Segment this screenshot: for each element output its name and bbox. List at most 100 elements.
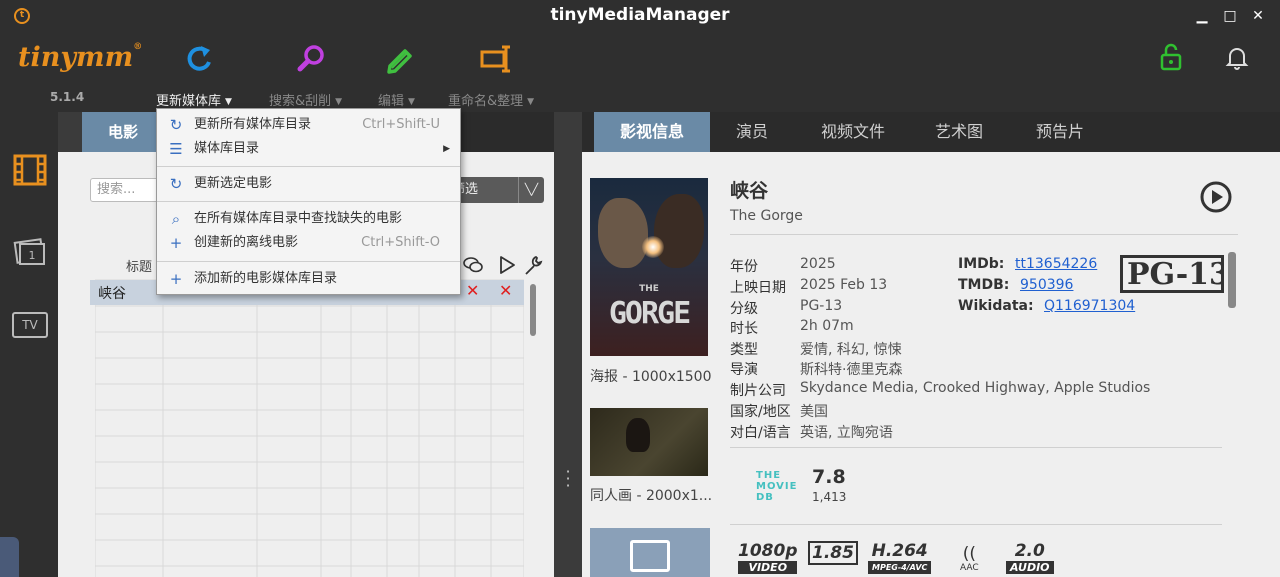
tmdb-score: 7.8 bbox=[812, 466, 846, 488]
maximize-button[interactable]: □ bbox=[1220, 6, 1240, 26]
menu-divider bbox=[157, 261, 460, 262]
sidebar: 1 TV bbox=[0, 112, 58, 577]
tmdb-logo-icon: THE MOVIE DB bbox=[756, 470, 798, 503]
missing-subtitle-mark: ✕ bbox=[466, 281, 480, 300]
app-window: t tinyMediaManager ▁ □ ✕ tinymm® 5.1.4 更… bbox=[0, 0, 1280, 577]
poster-figure bbox=[598, 198, 648, 268]
detail-scrollbar[interactable] bbox=[1228, 252, 1236, 308]
detail-value: 爱情, 科幻, 惊悚 bbox=[800, 342, 902, 358]
poster-figure bbox=[654, 194, 704, 268]
scrollbar-thumb[interactable] bbox=[530, 284, 536, 336]
image-icon bbox=[630, 540, 670, 572]
detail-value: PG-13 bbox=[800, 298, 843, 314]
audio-codec-badge: (( AAC bbox=[960, 544, 979, 573]
chevron-down-icon: ▼ bbox=[408, 97, 415, 107]
refresh-icon: ↻ bbox=[169, 116, 183, 134]
movie-sets-icon[interactable]: 1 bbox=[12, 232, 48, 268]
refresh-icon[interactable] bbox=[183, 42, 217, 76]
aspect-ratio-badge: 1.85 bbox=[808, 541, 858, 565]
chevron-down-icon: ▼ bbox=[527, 97, 535, 107]
menu-item-create-offline[interactable]: + 创建新的离线电影 Ctrl+Shift-O bbox=[157, 231, 460, 255]
trailer-play-icon[interactable] bbox=[496, 254, 518, 276]
detail-label: 制片公司 bbox=[730, 383, 786, 399]
menu-item-find-missing[interactable]: ⌕ 在所有媒体库目录中查找缺失的电影 bbox=[157, 207, 460, 231]
rename-menu[interactable]: 重命名&整理 ▼ bbox=[448, 90, 534, 109]
menu-divider bbox=[157, 166, 460, 167]
wikidata-label: Wikidata: bbox=[958, 298, 1034, 314]
menu-item-library-sources[interactable]: ☰ 媒体库目录 ▶ bbox=[157, 137, 460, 161]
movie-info-content: THE GORGE 海报 - 1000x1500 同人画 - 2000x1...… bbox=[582, 152, 1280, 577]
column-header-title[interactable]: 标题 bbox=[126, 256, 152, 275]
tmdb-label: TMDB: bbox=[958, 277, 1010, 293]
tv-shows-icon[interactable]: TV bbox=[12, 312, 48, 338]
tab-cast[interactable]: 演员 bbox=[722, 112, 782, 152]
audio-channels-badge: 2.0 AUDIO bbox=[1006, 541, 1054, 574]
detail-value: 2025 bbox=[800, 256, 836, 272]
update-library-menu[interactable]: 更新媒体库 ▼ bbox=[156, 90, 232, 109]
wrench-icon[interactable] bbox=[522, 254, 544, 276]
brand-logo: tinymm® bbox=[18, 42, 143, 73]
fanart-figure bbox=[626, 418, 650, 452]
minimize-button[interactable]: ▁ bbox=[1192, 6, 1212, 26]
svg-text:1: 1 bbox=[29, 249, 36, 262]
menu-item-add-source[interactable]: + 添加新的电影媒体库目录 bbox=[157, 267, 460, 291]
poster-glow bbox=[642, 236, 664, 258]
detail-label: 时长 bbox=[730, 321, 758, 337]
menu-divider bbox=[157, 201, 460, 202]
title-bar: t tinyMediaManager ▁ □ ✕ bbox=[0, 0, 1280, 32]
chevron-down-icon: ▼ bbox=[335, 97, 343, 107]
movie-title: 峡谷 bbox=[730, 180, 769, 202]
side-panel-handle[interactable] bbox=[0, 537, 19, 577]
image-placeholder[interactable] bbox=[590, 528, 710, 577]
search-scrape-menu[interactable]: 搜索&刮削 ▼ bbox=[269, 90, 342, 109]
play-trailer-icon[interactable] bbox=[1199, 180, 1233, 214]
detail-value: 英语, 立陶宛语 bbox=[800, 425, 893, 441]
imdb-link[interactable]: tt13654226 bbox=[1015, 256, 1097, 272]
detail-label: 年份 bbox=[730, 259, 758, 275]
divider bbox=[730, 234, 1238, 235]
close-button[interactable]: ✕ bbox=[1248, 6, 1268, 26]
detail-value: 斯科特·德里克森 bbox=[800, 362, 903, 378]
detail-label: 上映日期 bbox=[730, 280, 786, 296]
search-scrape-icon[interactable] bbox=[295, 42, 329, 76]
edit-menu[interactable]: 编辑 ▼ bbox=[378, 90, 415, 109]
chevron-down-icon[interactable]: ╲╱ bbox=[518, 177, 544, 203]
wikidata-link[interactable]: Q116971304 bbox=[1044, 298, 1135, 314]
detail-label: 国家/地区 bbox=[730, 404, 791, 420]
movie-original-title: The Gorge bbox=[730, 208, 803, 224]
refresh-icon: ↻ bbox=[169, 175, 183, 193]
search-icon: ⌕ bbox=[171, 210, 181, 228]
tab-movies[interactable]: 电影 bbox=[82, 112, 164, 162]
certification-badge: PG-13 bbox=[1120, 255, 1224, 293]
rename-icon[interactable] bbox=[480, 42, 514, 76]
detail-label: 类型 bbox=[730, 342, 758, 358]
list-scrollbar[interactable] bbox=[528, 280, 538, 577]
unlock-icon[interactable] bbox=[1156, 42, 1186, 72]
fanart-caption: 同人画 - 2000x1... bbox=[590, 488, 713, 504]
audio-waves-icon: (( bbox=[962, 544, 976, 564]
drag-handle-icon[interactable]: · · · bbox=[564, 464, 572, 494]
tab-artwork[interactable]: 艺术图 bbox=[926, 112, 992, 152]
poster-text-title: GORGE bbox=[608, 296, 691, 331]
panel-splitter[interactable]: · · · bbox=[554, 112, 582, 577]
movies-icon[interactable] bbox=[12, 152, 48, 188]
fanart-image[interactable] bbox=[590, 408, 708, 476]
bell-icon[interactable] bbox=[1222, 42, 1252, 72]
detail-panel: 影视信息 演员 视频文件 艺术图 预告片 THE GORGE 海报 - 1000… bbox=[582, 112, 1280, 577]
resolution-badge: 1080p VIDEO bbox=[738, 541, 798, 574]
poster-image[interactable]: THE GORGE bbox=[590, 178, 708, 356]
window-title: tinyMediaManager bbox=[550, 5, 730, 25]
menu-item-update-all-sources[interactable]: ↻ 更新所有媒体库目录 Ctrl+Shift-U bbox=[157, 113, 460, 137]
menu-item-update-selected[interactable]: ↻ 更新选定电影 bbox=[157, 172, 460, 196]
edit-icon[interactable] bbox=[383, 42, 417, 76]
search-input[interactable]: 搜索... bbox=[90, 178, 160, 202]
tab-trailers[interactable]: 预告片 bbox=[1022, 112, 1098, 152]
filter-button[interactable]: 筛选 ╲╱ bbox=[448, 177, 544, 203]
tab-movie-info[interactable]: 影视信息 bbox=[594, 112, 710, 162]
tmdb-link[interactable]: 950396 bbox=[1020, 277, 1073, 293]
comment-icon[interactable] bbox=[462, 254, 484, 276]
list-icon: ☰ bbox=[169, 140, 183, 158]
detail-label: 导演 bbox=[730, 362, 758, 378]
chevron-down-icon: ▼ bbox=[225, 97, 232, 107]
tab-media-files[interactable]: 视频文件 bbox=[808, 112, 898, 152]
